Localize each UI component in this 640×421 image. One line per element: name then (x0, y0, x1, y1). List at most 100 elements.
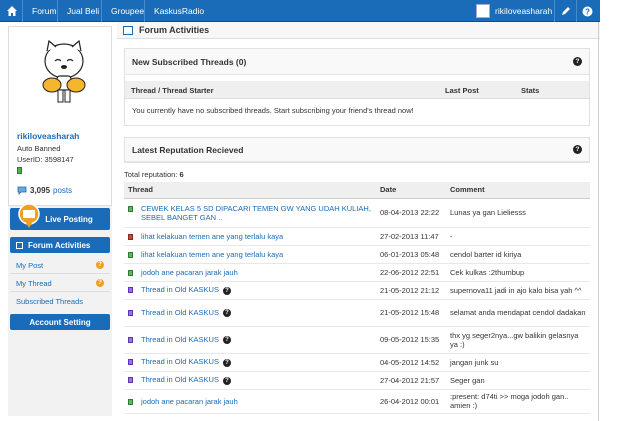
table-row: Thread in Old KASKUS? 21-05-2012 15:48 sel… (124, 299, 590, 327)
reputation-status-icon (128, 398, 133, 405)
date-cell: 26-04-2012 00:01 (376, 389, 446, 414)
table-row: Thread in Old KASKUS? 21-05-2012 21:12 sup… (124, 281, 590, 300)
col-thread: Thread (124, 182, 376, 199)
account-setting-button[interactable]: Account Setting (10, 314, 110, 330)
help-icon[interactable]: ? (573, 145, 582, 154)
thread-link[interactable]: Thread in Old KASKUS (141, 357, 219, 366)
live-posting-button[interactable]: Live Posting (10, 203, 110, 230)
reputation-status-icon (128, 377, 133, 384)
help-icon[interactable]: ? (573, 57, 582, 66)
menu-subscribed-threads[interactable]: Subscribed Threads (16, 297, 83, 306)
nav-kaskusradio[interactable]: KaskusRadio (144, 0, 213, 22)
pencil-icon[interactable] (554, 0, 576, 22)
col-comment: Comment (446, 182, 590, 199)
subscribed-table-header: Thread / Thread Starter Last Post Stats (125, 81, 589, 99)
table-row: Thread in Old KASKUS? 09-05-2012 15:35 thx… (124, 326, 590, 354)
home-icon[interactable] (6, 5, 18, 17)
reputation-status-icon (128, 205, 133, 212)
post-count[interactable]: 3,095 posts (17, 186, 72, 195)
avatar (476, 4, 490, 18)
help-icon[interactable]: ? (222, 376, 231, 385)
mascot-avatar-image (42, 39, 86, 103)
thread-link[interactable]: Thread in Old KASKUS (141, 285, 219, 294)
divider (598, 22, 599, 421)
col-stats: Stats (521, 86, 540, 95)
date-cell: 08-04-2013 22:22 (376, 198, 446, 228)
thread-link[interactable]: jodoh ane pacaran jarak jauh (141, 268, 238, 277)
table-row: Thread in Old KASKUS? 27-04-2012 21:57 Seg… (124, 371, 590, 390)
comment-cell: jangan junk su (446, 353, 590, 372)
help-icon[interactable]: ? (222, 336, 231, 344)
date-cell: 06-01-2013 05:48 (376, 245, 446, 264)
user-menu[interactable]: rikiloveasharah (476, 3, 552, 19)
topbar-username: rikiloveasharah (495, 6, 553, 16)
page-header: Forum Activities (117, 22, 600, 39)
thread-link[interactable]: lihat kelakuan temen ane yang terlalu ka… (141, 250, 283, 259)
comment-cell: supernova11 jadi in ajo kalo bisa yah ^^ (446, 281, 590, 300)
date-cell: 04-05-2012 14:52 (376, 353, 446, 372)
reputation-status-icon (128, 287, 133, 294)
svg-text:?: ? (585, 7, 590, 16)
thread-cell: jodoh ane pacaran jarak jauh (124, 263, 376, 282)
table-row: jodoh ane pacaran jarak jauh 22-06-2012 2… (124, 263, 590, 282)
reputation-status-icon (128, 251, 133, 258)
live-posting-label: Live Posting (45, 214, 93, 224)
date-cell: 27-02-2013 11:47 (376, 227, 446, 246)
comment-cell: cendol barter id kiriya (446, 245, 590, 264)
date-cell: 21-05-2012 21:12 (376, 281, 446, 300)
table-row: lihat kelakuan temen ane yang terlalu ka… (124, 245, 590, 264)
thread-cell: lihat kelakuan temen ane yang terlalu ka… (124, 227, 376, 246)
help-icon[interactable]: ? (222, 358, 231, 367)
question-icon[interactable]: ? (576, 0, 598, 22)
table-row: lihat kelakuan temen ane yang terlalu ka… (124, 227, 590, 246)
forum-activities-menu[interactable]: Forum Activities (10, 237, 110, 253)
forum-activities-icon (123, 25, 133, 35)
forum-activities-icon (16, 241, 23, 249)
reputation-status-icon (128, 233, 133, 240)
reputation-status-icon (128, 269, 133, 276)
thread-link[interactable]: CEWEK KELAS 5 SD DIPACARI TEMEN GW YANG … (141, 204, 371, 222)
thread-link[interactable]: jodoh ane pacaran jarak jauh (141, 397, 238, 406)
subscribed-threads-panel: New Subscribed Threads (0) ? Thread / Th… (124, 48, 590, 126)
comment-cell: Lunas ya gan Lieliesss (446, 198, 590, 228)
reputation-status-icon (128, 359, 133, 366)
thread-cell: Thread in Old KASKUS? (124, 353, 376, 372)
comment-cell: Cek kulkas :2thumbup (446, 263, 590, 282)
thread-cell: CEWEK KELAS 5 SD DIPACARI TEMEN GW YANG … (124, 198, 376, 228)
menu-my-post[interactable]: My Post (16, 261, 43, 270)
help-icon[interactable]: ? (222, 309, 231, 317)
divider (10, 291, 110, 292)
col-last-post: Last Post (445, 86, 479, 95)
reputation-status-icon (128, 336, 133, 343)
reputation-table: Thread Date Comment CEWEK KELAS 5 SD DIP… (124, 182, 590, 414)
thread-link[interactable]: Thread in Old KASKUS (141, 375, 219, 384)
thread-link[interactable]: Thread in Old KASKUS (141, 308, 219, 317)
my-thread-badge: ? (96, 279, 104, 287)
col-thread-starter: Thread / Thread Starter (131, 86, 214, 95)
total-reputation: Total reputation: 6 (124, 170, 184, 179)
menu-my-thread[interactable]: My Thread (16, 279, 52, 288)
post-count-value: 3,095 (30, 186, 51, 195)
comment-cell: :present: d74ti >> moga jodoh gan.. amie… (446, 389, 590, 414)
comment-cell: Seger gan (446, 371, 590, 390)
page-title: Forum Activities (139, 25, 210, 35)
total-reputation-label: Total reputation: (124, 170, 178, 179)
col-date: Date (376, 182, 446, 199)
user-status: Auto Banned (17, 144, 61, 153)
profile-card: rikiloveasharah Auto Banned UserID: 3598… (8, 26, 112, 206)
help-icon[interactable]: ? (222, 286, 231, 295)
thread-cell: Thread in Old KASKUS? (124, 281, 376, 300)
online-status-icon (17, 167, 22, 174)
reputation-status-icon (128, 309, 133, 316)
date-cell: 09-05-2012 15:35 (376, 326, 446, 354)
thread-link[interactable]: lihat kelakuan temen ane yang terlalu ka… (141, 232, 283, 241)
profile-username[interactable]: rikiloveasharah (17, 131, 79, 141)
comment-cell: thx yg seger2nya...gw balikin gelasnya y… (446, 326, 590, 354)
my-post-badge: ? (96, 261, 104, 269)
thread-link[interactable]: Thread in Old KASKUS (141, 335, 219, 344)
post-count-label: posts (53, 186, 73, 195)
panel-header: Latest Reputation Recieved ? (125, 138, 589, 162)
table-row: jodoh ane pacaran jarak jauh 26-04-2012 0… (124, 389, 590, 414)
thread-cell: Thread in Old KASKUS? (124, 371, 376, 390)
thread-cell: Thread in Old KASKUS? (124, 326, 376, 354)
